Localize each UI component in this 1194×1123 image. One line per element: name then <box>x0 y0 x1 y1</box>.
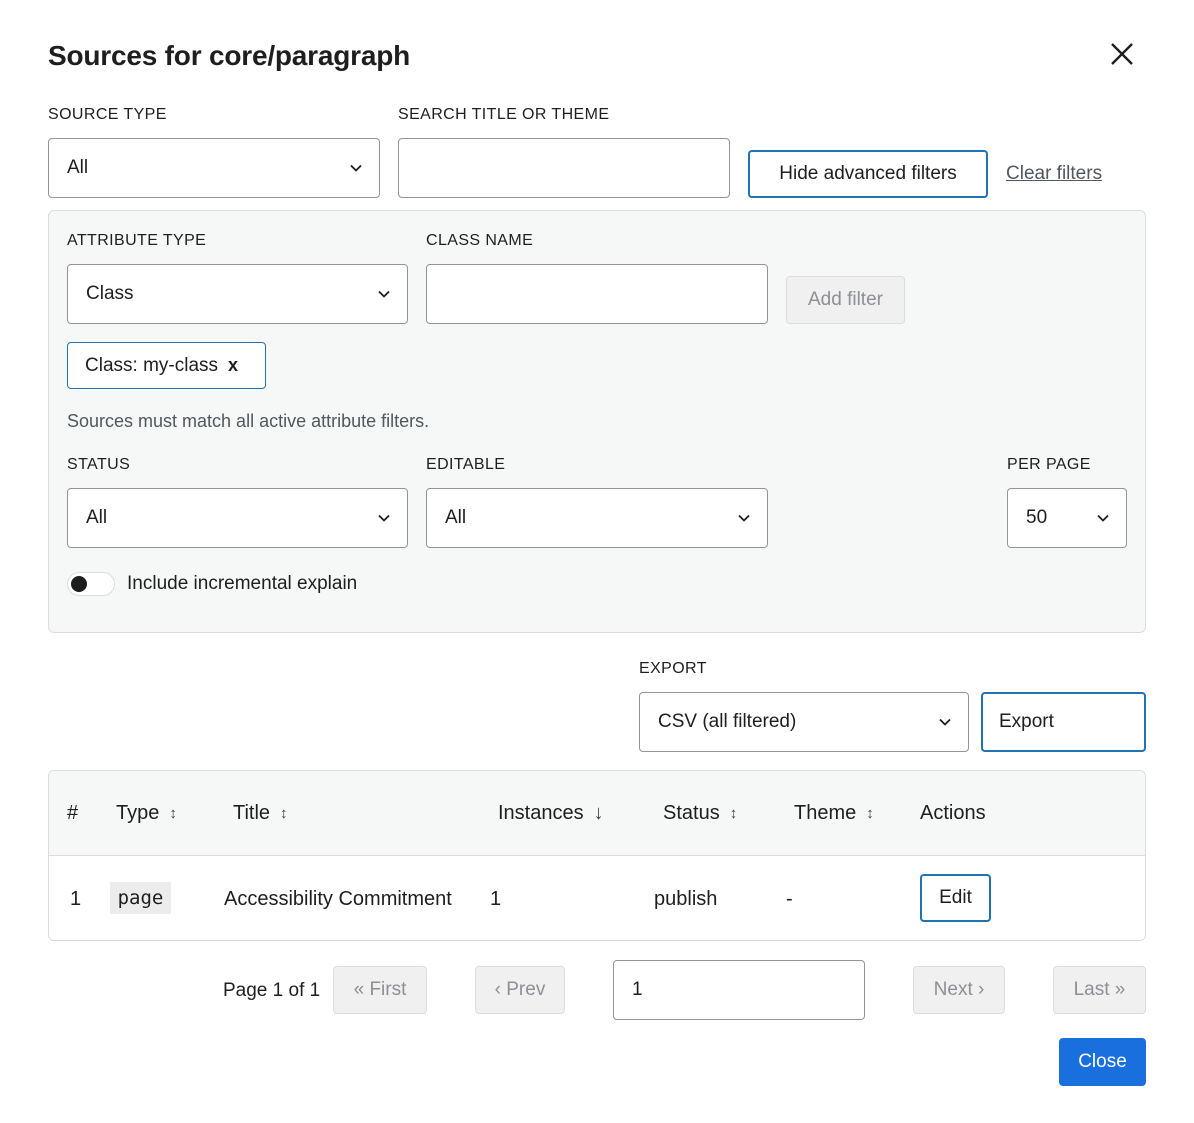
next-page-button[interactable]: Next › <box>913 966 1005 1014</box>
first-page-button[interactable]: « First <box>333 966 427 1014</box>
toggle-knob <box>71 576 87 592</box>
attribute-type-select[interactable]: Class <box>67 264 408 324</box>
editable-value: All <box>445 507 467 528</box>
row-status: publish <box>654 888 718 910</box>
row-type-badge: page <box>110 882 171 914</box>
sort-down-icon: ↓ <box>593 802 604 824</box>
column-header-type[interactable]: Type ↕ <box>116 802 177 825</box>
close-icon[interactable] <box>1104 38 1140 74</box>
row-instances: 1 <box>490 888 502 910</box>
chevron-down-icon <box>738 514 750 522</box>
class-name-label: CLASS NAME <box>426 232 534 249</box>
source-type-label: SOURCE TYPE <box>48 106 167 123</box>
chevron-down-icon <box>378 514 390 522</box>
hide-advanced-filters-button[interactable]: Hide advanced filters <box>748 150 988 198</box>
attribute-type-value: Class <box>86 283 134 304</box>
per-page-select[interactable]: 50 <box>1007 488 1127 548</box>
clear-filters-link[interactable]: Clear filters <box>1006 163 1102 185</box>
per-page-value: 50 <box>1026 507 1048 528</box>
page-indicator: Page 1 of 1 <box>223 980 321 1001</box>
column-header-actions: Actions <box>920 802 986 824</box>
edit-button[interactable]: Edit <box>920 874 991 922</box>
editable-select[interactable]: All <box>426 488 768 548</box>
sort-icon: ↕ <box>866 805 874 822</box>
last-page-button[interactable]: Last » <box>1053 966 1146 1014</box>
chip-label: Class: my-class <box>85 354 219 376</box>
remove-filter-button[interactable]: x <box>228 355 238 376</box>
column-header-title[interactable]: Title ↕ <box>233 802 288 825</box>
add-filter-button[interactable]: Add filter <box>786 276 905 324</box>
source-type-value: All <box>67 157 89 178</box>
close-button[interactable]: Close <box>1059 1038 1146 1086</box>
status-select[interactable]: All <box>67 488 408 548</box>
per-page-label: PER PAGE <box>1007 456 1091 473</box>
export-format-value: CSV (all filtered) <box>658 711 797 732</box>
filter-hint: Sources must match all active attribute … <box>67 411 430 431</box>
column-header-instances[interactable]: Instances ↓ <box>498 802 604 825</box>
sort-icon: ↕ <box>729 805 738 822</box>
incremental-explain-toggle[interactable] <box>67 572 115 596</box>
export-button[interactable]: Export <box>981 692 1146 752</box>
column-header-status[interactable]: Status ↕ <box>663 802 737 825</box>
row-title: Accessibility Commitment <box>224 888 452 910</box>
page-number-input[interactable]: 1 <box>613 960 865 1020</box>
source-type-select[interactable]: All <box>48 138 380 198</box>
search-label: SEARCH TITLE OR THEME <box>398 106 610 123</box>
prev-page-button[interactable]: ‹ Prev <box>475 966 565 1014</box>
sources-modal: Sources for core/paragraph SOURCE TYPE A… <box>0 0 1194 1123</box>
column-header-number: # <box>67 802 79 824</box>
sort-icon: ↕ <box>280 805 288 822</box>
incremental-explain-label: Include incremental explain <box>127 573 358 594</box>
editable-label: EDITABLE <box>426 456 506 473</box>
status-label: STATUS <box>67 456 131 473</box>
chevron-down-icon <box>378 290 390 298</box>
chevron-down-icon <box>1097 514 1109 522</box>
export-format-select[interactable]: CSV (all filtered) <box>639 692 969 752</box>
search-input[interactable] <box>398 138 730 198</box>
attribute-type-label: ATTRIBUTE TYPE <box>67 232 207 249</box>
modal-title: Sources for core/paragraph <box>48 40 411 71</box>
sort-icon: ↕ <box>169 805 177 822</box>
chevron-down-icon <box>939 718 951 726</box>
active-filter-chip: Class: my-class x <box>67 342 266 389</box>
row-number: 1 <box>70 888 82 910</box>
row-theme: - <box>786 888 793 910</box>
chevron-down-icon <box>350 164 362 172</box>
export-label: EXPORT <box>639 660 707 677</box>
status-value: All <box>86 507 108 528</box>
class-name-input[interactable] <box>426 264 768 324</box>
column-header-theme[interactable]: Theme ↕ <box>794 802 874 825</box>
sources-table: # Type ↕ Title ↕ Instances ↓ Status ↕ Theme ↕… <box>48 770 1146 941</box>
